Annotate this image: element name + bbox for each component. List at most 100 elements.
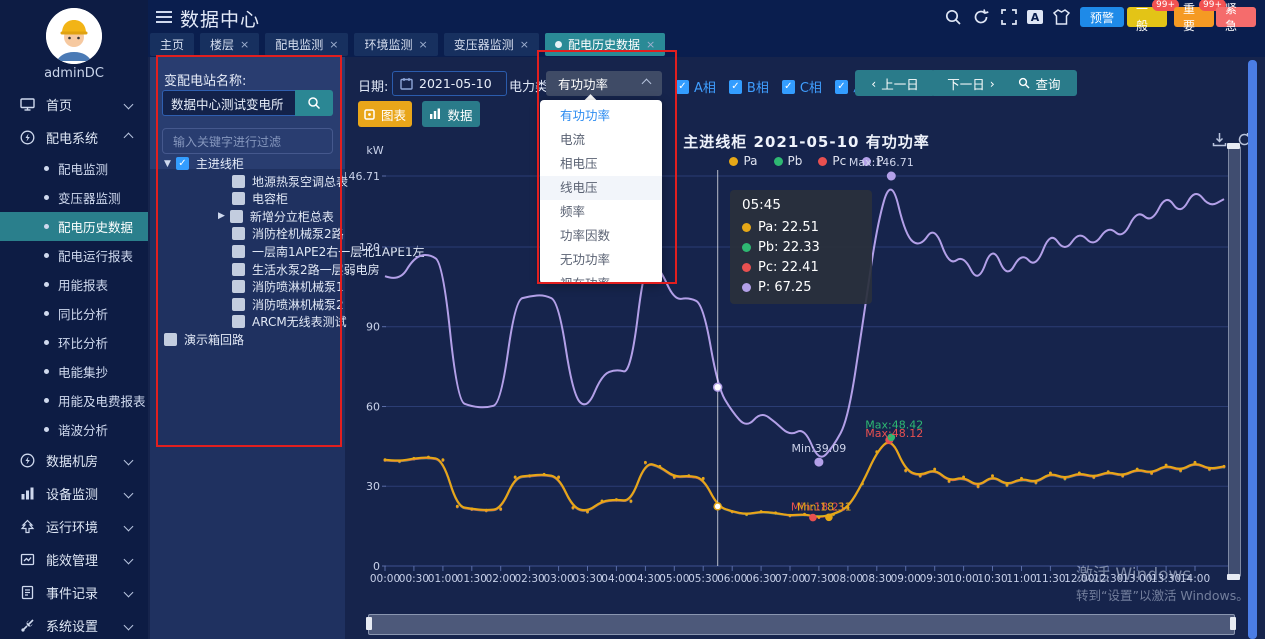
sidebar-item-4[interactable]: 设备监测 <box>0 477 148 510</box>
menu-toggle-icon[interactable] <box>156 11 172 23</box>
tab-close-icon[interactable]: × <box>520 38 529 51</box>
tree-row-主进线柜[interactable]: ▼ ✓ 主进线柜 <box>164 155 244 172</box>
phase-checkbox-C相[interactable]: ✓C相 <box>782 77 822 96</box>
theme-skin-icon[interactable] <box>1052 8 1070 26</box>
checkbox-icon[interactable]: ✓ <box>782 80 795 94</box>
sidebar-item-1[interactable]: 首页 <box>0 88 148 121</box>
tree-checkbox[interactable] <box>164 333 177 346</box>
power-category-select[interactable]: 有功功率 <box>546 71 662 96</box>
tree-node-label[interactable]: 地源热泵空调总表 <box>252 173 348 190</box>
sidebar-subitem-谐波分析[interactable]: 谐波分析 <box>0 415 148 444</box>
tree-checkbox[interactable] <box>232 227 245 240</box>
sidebar-subitem-同比分析[interactable]: 同比分析 <box>0 299 148 328</box>
station-name-input[interactable]: 数据中心测试变电所 <box>162 90 295 116</box>
caret-down-icon[interactable]: ▼ <box>164 159 171 169</box>
tab-close-icon[interactable]: × <box>646 38 655 51</box>
tab-2[interactable]: 楼层× <box>200 33 259 56</box>
tree-node-label[interactable]: 演示箱回路 <box>184 331 244 348</box>
tree-row-消防喷淋机械泵2[interactable]: 消防喷淋机械泵2 <box>232 296 344 313</box>
sidebar-subitem-配电历史数据[interactable]: 配电历史数据 <box>0 212 148 241</box>
caret-right-icon[interactable]: ▶ <box>218 211 225 221</box>
sidebar-item-3[interactable]: 数据机房 <box>0 444 148 477</box>
datazoom-handle-left[interactable] <box>366 617 372 630</box>
alarm-button-2[interactable]: 一般99+ <box>1127 7 1167 27</box>
sidebar-subitem-配电运行报表[interactable]: 配电运行报表 <box>0 241 148 270</box>
dropdown-option-无功功率[interactable]: 无功功率 <box>540 248 662 272</box>
tab-close-icon[interactable]: × <box>240 38 249 51</box>
tree-checkbox[interactable] <box>232 315 245 328</box>
tree-row-演示箱回路[interactable]: 演示箱回路 <box>164 331 244 348</box>
data-view-toggle[interactable]: 数据 <box>422 101 480 127</box>
next-day-button[interactable]: 下一日› <box>931 70 1011 96</box>
tree-node-label[interactable]: 消防栓机械泵2路 <box>252 225 344 242</box>
fullscreen-icon[interactable] <box>1000 8 1018 26</box>
tree-row-消防栓机械泵2路[interactable]: 消防栓机械泵2路 <box>232 225 344 242</box>
sidebar-item-6[interactable]: 能效管理 <box>0 543 148 576</box>
tree-checkbox[interactable] <box>230 210 243 223</box>
tree-node-label[interactable]: 消防喷淋机械泵1 <box>252 278 344 295</box>
tab-1[interactable]: 主页 <box>150 33 194 56</box>
dropdown-option-有功功率[interactable]: 有功功率 <box>540 104 662 128</box>
tree-checkbox[interactable] <box>232 280 245 293</box>
tab-close-icon[interactable]: × <box>419 38 428 51</box>
sidebar-subitem-用能及电费报表[interactable]: 用能及电费报表 <box>0 386 148 415</box>
tree-checkbox[interactable] <box>232 263 245 276</box>
tree-row-地源热泵空调总表[interactable]: 地源热泵空调总表 <box>232 173 348 190</box>
tab-3[interactable]: 配电监测× <box>265 33 348 56</box>
search-icon[interactable] <box>944 8 962 26</box>
tab-5[interactable]: 变压器监测× <box>444 33 539 56</box>
tab-4[interactable]: 环境监测× <box>354 33 437 56</box>
download-icon[interactable] <box>1212 132 1227 147</box>
alarm-button-4[interactable]: 紧急 <box>1216 7 1256 27</box>
refresh-icon[interactable] <box>972 8 990 26</box>
dropdown-option-视在功率[interactable]: 视在功率 <box>540 272 662 284</box>
tree-node-label[interactable]: 消防喷淋机械泵2 <box>252 296 344 313</box>
tree-row-ARCM无线表测试[interactable]: ARCM无线表测试 <box>232 313 347 330</box>
tab-close-icon[interactable]: × <box>329 38 338 51</box>
datazoom-handle-right[interactable] <box>1230 617 1236 630</box>
tree-row-电容柜[interactable]: 电容柜 <box>232 190 288 207</box>
dropdown-option-功率因数[interactable]: 功率因数 <box>540 224 662 248</box>
dropdown-option-电流[interactable]: 电流 <box>540 128 662 152</box>
translate-icon[interactable]: A <box>1026 8 1044 26</box>
datazoom-horizontal[interactable] <box>368 614 1235 635</box>
tree-node-label[interactable]: ARCM无线表测试 <box>252 313 347 330</box>
query-button[interactable]: 查询 <box>1002 70 1077 96</box>
tree-filter-input[interactable]: 输入关键字进行过滤 <box>162 128 333 154</box>
tree-checkbox[interactable] <box>232 175 245 188</box>
datazoom-handle-bottom[interactable] <box>1227 574 1240 580</box>
station-search-button[interactable] <box>295 90 333 116</box>
sidebar-subitem-电能集抄[interactable]: 电能集抄 <box>0 357 148 386</box>
alarm-button-3[interactable]: 重要99+ <box>1174 7 1214 27</box>
sidebar-subitem-环比分析[interactable]: 环比分析 <box>0 328 148 357</box>
tree-checkbox[interactable]: ✓ <box>176 157 189 170</box>
prev-day-button[interactable]: ‹上一日 <box>855 70 935 96</box>
sidebar-item-7[interactable]: 事件记录 <box>0 576 148 609</box>
sidebar-item-8[interactable]: 系统设置 <box>0 609 148 639</box>
tree-row-消防喷淋机械泵1[interactable]: 消防喷淋机械泵1 <box>232 278 344 295</box>
sidebar-subitem-用能报表[interactable]: 用能报表 <box>0 270 148 299</box>
tree-node-label[interactable]: 主进线柜 <box>196 155 244 172</box>
tree-node-label[interactable]: 新增分立柜总表 <box>250 208 334 225</box>
dropdown-option-频率[interactable]: 频率 <box>540 200 662 224</box>
sidebar-item-2[interactable]: 配电系统 <box>0 121 148 154</box>
vertical-scrollbar[interactable] <box>1248 60 1257 639</box>
dropdown-option-相电压[interactable]: 相电压 <box>540 152 662 176</box>
alarm-button-1[interactable]: 预警 <box>1080 7 1124 27</box>
datazoom-vertical[interactable] <box>1228 146 1241 577</box>
checkbox-icon[interactable]: ✓ <box>676 80 689 94</box>
phase-checkbox-B相[interactable]: ✓B相 <box>729 77 769 96</box>
dropdown-option-线电压[interactable]: 线电压 <box>540 176 662 200</box>
tree-node-label[interactable]: 电容柜 <box>252 190 288 207</box>
tab-6[interactable]: 配电历史数据× <box>545 33 665 56</box>
phase-checkbox-A相[interactable]: ✓A相 <box>676 77 716 96</box>
checkbox-icon[interactable]: ✓ <box>835 80 848 94</box>
sidebar-item-5[interactable]: 运行环境 <box>0 510 148 543</box>
sidebar-subitem-配电监测[interactable]: 配电监测 <box>0 154 148 183</box>
chart-view-toggle[interactable]: 图表 <box>358 101 412 127</box>
date-picker[interactable]: 2021-05-10 <box>392 71 507 96</box>
checkbox-icon[interactable]: ✓ <box>729 80 742 94</box>
datazoom-handle-top[interactable] <box>1227 143 1240 149</box>
sidebar-subitem-变压器监测[interactable]: 变压器监测 <box>0 183 148 212</box>
tree-row-新增分立柜总表[interactable]: ▶ 新增分立柜总表 <box>218 208 334 225</box>
